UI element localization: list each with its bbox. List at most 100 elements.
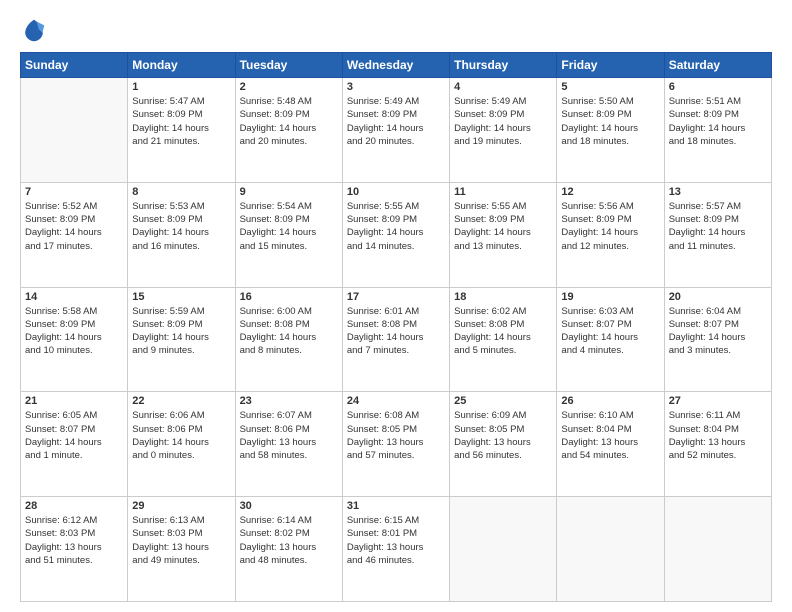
cell-content: Sunrise: 6:10 AM Sunset: 8:04 PM Dayligh… bbox=[561, 409, 659, 462]
cell-content: Sunrise: 6:00 AM Sunset: 8:08 PM Dayligh… bbox=[240, 305, 338, 358]
calendar-cell: 17Sunrise: 6:01 AM Sunset: 8:08 PM Dayli… bbox=[342, 287, 449, 392]
cell-content: Sunrise: 5:51 AM Sunset: 8:09 PM Dayligh… bbox=[669, 95, 767, 148]
calendar-cell: 28 Sunrise: 6:12 AM Sunset: 8:03 PM Dayli… bbox=[21, 497, 128, 602]
day-number: 11 bbox=[454, 186, 552, 198]
calendar-cell: 12 Sunrise: 5:56 AM Sunset: 8:09 PM Dayli… bbox=[557, 182, 664, 287]
page: SundayMondayTuesdayWednesdayThursdayFrid… bbox=[0, 0, 792, 612]
day-number: 18 bbox=[454, 291, 552, 303]
calendar-cell: 2 Sunrise: 5:48 AM Sunset: 8:09 PM Daylig… bbox=[235, 78, 342, 183]
cell-content: Sunrise: 5:56 AM Sunset: 8:09 PM Dayligh… bbox=[561, 200, 659, 253]
day-number: 5 bbox=[561, 81, 659, 93]
day-number: 14 bbox=[25, 291, 123, 303]
calendar-cell: 22 Sunrise: 6:06 AM Sunset: 8:06 PM Dayli… bbox=[128, 392, 235, 497]
day-number: 15 bbox=[132, 291, 230, 303]
calendar-cell: 31 Sunrise: 6:15 AM Sunset: 8:01 PM Dayli… bbox=[342, 497, 449, 602]
calendar-header-row: SundayMondayTuesdayWednesdayThursdayFrid… bbox=[21, 53, 772, 78]
day-number: 7 bbox=[25, 186, 123, 198]
calendar-cell: 3 Sunrise: 5:49 AM Sunset: 8:09 PM Daylig… bbox=[342, 78, 449, 183]
calendar-cell bbox=[21, 78, 128, 183]
day-number: 4 bbox=[454, 81, 552, 93]
calendar-cell: 24 Sunrise: 6:08 AM Sunset: 8:05 PM Dayli… bbox=[342, 392, 449, 497]
calendar-table: SundayMondayTuesdayWednesdayThursdayFrid… bbox=[20, 52, 772, 602]
calendar-cell: 26 Sunrise: 6:10 AM Sunset: 8:04 PM Dayli… bbox=[557, 392, 664, 497]
calendar-cell: 14 Sunrise: 5:58 AM Sunset: 8:09 PM Dayli… bbox=[21, 287, 128, 392]
calendar-cell: 23 Sunrise: 6:07 AM Sunset: 8:06 PM Dayli… bbox=[235, 392, 342, 497]
cell-content: Sunrise: 5:55 AM Sunset: 8:09 PM Dayligh… bbox=[454, 200, 552, 253]
calendar-cell: 18Sunrise: 6:02 AM Sunset: 8:08 PM Dayli… bbox=[450, 287, 557, 392]
cell-content: Sunrise: 5:49 AM Sunset: 8:09 PM Dayligh… bbox=[454, 95, 552, 148]
cell-content: Sunrise: 6:05 AM Sunset: 8:07 PM Dayligh… bbox=[25, 409, 123, 462]
cell-content: Sunrise: 6:08 AM Sunset: 8:05 PM Dayligh… bbox=[347, 409, 445, 462]
calendar-cell: 6 Sunrise: 5:51 AM Sunset: 8:09 PM Daylig… bbox=[664, 78, 771, 183]
calendar-cell: 20 Sunrise: 6:04 AM Sunset: 8:07 PM Dayli… bbox=[664, 287, 771, 392]
calendar-cell bbox=[664, 497, 771, 602]
cell-content: Sunrise: 5:52 AM Sunset: 8:09 PM Dayligh… bbox=[25, 200, 123, 253]
cell-content: Sunrise: 6:04 AM Sunset: 8:07 PM Dayligh… bbox=[669, 305, 767, 358]
calendar-cell: 4 Sunrise: 5:49 AM Sunset: 8:09 PM Daylig… bbox=[450, 78, 557, 183]
cell-content: Sunrise: 5:47 AM Sunset: 8:09 PM Dayligh… bbox=[132, 95, 230, 148]
cell-content: Sunrise: 6:09 AM Sunset: 8:05 PM Dayligh… bbox=[454, 409, 552, 462]
day-header-friday: Friday bbox=[557, 53, 664, 78]
day-number: 29 bbox=[132, 500, 230, 512]
day-number: 3 bbox=[347, 81, 445, 93]
day-number: 27 bbox=[669, 395, 767, 407]
cell-content: Sunrise: 6:14 AM Sunset: 8:02 PM Dayligh… bbox=[240, 514, 338, 567]
day-number: 24 bbox=[347, 395, 445, 407]
cell-content: Sunrise: 6:06 AM Sunset: 8:06 PM Dayligh… bbox=[132, 409, 230, 462]
header bbox=[20, 16, 772, 44]
day-header-thursday: Thursday bbox=[450, 53, 557, 78]
cell-content: Sunrise: 6:15 AM Sunset: 8:01 PM Dayligh… bbox=[347, 514, 445, 567]
cell-content: Sunrise: 6:01 AM Sunset: 8:08 PM Dayligh… bbox=[347, 305, 445, 358]
cell-content: Sunrise: 5:48 AM Sunset: 8:09 PM Dayligh… bbox=[240, 95, 338, 148]
day-number: 2 bbox=[240, 81, 338, 93]
calendar-cell: 7 Sunrise: 5:52 AM Sunset: 8:09 PM Daylig… bbox=[21, 182, 128, 287]
day-header-monday: Monday bbox=[128, 53, 235, 78]
calendar-week-row: 21 Sunrise: 6:05 AM Sunset: 8:07 PM Dayli… bbox=[21, 392, 772, 497]
calendar-cell: 29 Sunrise: 6:13 AM Sunset: 8:03 PM Dayli… bbox=[128, 497, 235, 602]
cell-content: Sunrise: 5:55 AM Sunset: 8:09 PM Dayligh… bbox=[347, 200, 445, 253]
day-number: 12 bbox=[561, 186, 659, 198]
cell-content: Sunrise: 5:57 AM Sunset: 8:09 PM Dayligh… bbox=[669, 200, 767, 253]
day-number: 23 bbox=[240, 395, 338, 407]
calendar-cell: 25 Sunrise: 6:09 AM Sunset: 8:05 PM Dayli… bbox=[450, 392, 557, 497]
logo bbox=[20, 16, 52, 44]
calendar-cell: 27 Sunrise: 6:11 AM Sunset: 8:04 PM Dayli… bbox=[664, 392, 771, 497]
calendar-cell: 10Sunrise: 5:55 AM Sunset: 8:09 PM Dayli… bbox=[342, 182, 449, 287]
day-number: 22 bbox=[132, 395, 230, 407]
day-number: 9 bbox=[240, 186, 338, 198]
day-header-sunday: Sunday bbox=[21, 53, 128, 78]
calendar-week-row: 14 Sunrise: 5:58 AM Sunset: 8:09 PM Dayli… bbox=[21, 287, 772, 392]
calendar-cell bbox=[557, 497, 664, 602]
day-number: 21 bbox=[25, 395, 123, 407]
cell-content: Sunrise: 5:50 AM Sunset: 8:09 PM Dayligh… bbox=[561, 95, 659, 148]
calendar-cell: 16 Sunrise: 6:00 AM Sunset: 8:08 PM Dayli… bbox=[235, 287, 342, 392]
calendar-cell: 13Sunrise: 5:57 AM Sunset: 8:09 PM Dayli… bbox=[664, 182, 771, 287]
cell-content: Sunrise: 5:49 AM Sunset: 8:09 PM Dayligh… bbox=[347, 95, 445, 148]
day-number: 6 bbox=[669, 81, 767, 93]
cell-content: Sunrise: 5:58 AM Sunset: 8:09 PM Dayligh… bbox=[25, 305, 123, 358]
day-number: 31 bbox=[347, 500, 445, 512]
calendar-cell: 5 Sunrise: 5:50 AM Sunset: 8:09 PM Daylig… bbox=[557, 78, 664, 183]
day-number: 16 bbox=[240, 291, 338, 303]
cell-content: Sunrise: 6:12 AM Sunset: 8:03 PM Dayligh… bbox=[25, 514, 123, 567]
cell-content: Sunrise: 6:13 AM Sunset: 8:03 PM Dayligh… bbox=[132, 514, 230, 567]
calendar-cell: 15Sunrise: 5:59 AM Sunset: 8:09 PM Dayli… bbox=[128, 287, 235, 392]
logo-icon bbox=[20, 16, 48, 44]
calendar-cell bbox=[450, 497, 557, 602]
day-header-saturday: Saturday bbox=[664, 53, 771, 78]
calendar-cell: 19Sunrise: 6:03 AM Sunset: 8:07 PM Dayli… bbox=[557, 287, 664, 392]
cell-content: Sunrise: 6:07 AM Sunset: 8:06 PM Dayligh… bbox=[240, 409, 338, 462]
day-number: 8 bbox=[132, 186, 230, 198]
day-number: 20 bbox=[669, 291, 767, 303]
day-number: 30 bbox=[240, 500, 338, 512]
day-number: 25 bbox=[454, 395, 552, 407]
day-header-tuesday: Tuesday bbox=[235, 53, 342, 78]
cell-content: Sunrise: 6:11 AM Sunset: 8:04 PM Dayligh… bbox=[669, 409, 767, 462]
day-number: 1 bbox=[132, 81, 230, 93]
calendar-cell: 1 Sunrise: 5:47 AM Sunset: 8:09 PM Daylig… bbox=[128, 78, 235, 183]
day-number: 26 bbox=[561, 395, 659, 407]
cell-content: Sunrise: 5:54 AM Sunset: 8:09 PM Dayligh… bbox=[240, 200, 338, 253]
day-number: 28 bbox=[25, 500, 123, 512]
calendar-week-row: 28 Sunrise: 6:12 AM Sunset: 8:03 PM Dayli… bbox=[21, 497, 772, 602]
calendar-cell: 8Sunrise: 5:53 AM Sunset: 8:09 PM Daylig… bbox=[128, 182, 235, 287]
